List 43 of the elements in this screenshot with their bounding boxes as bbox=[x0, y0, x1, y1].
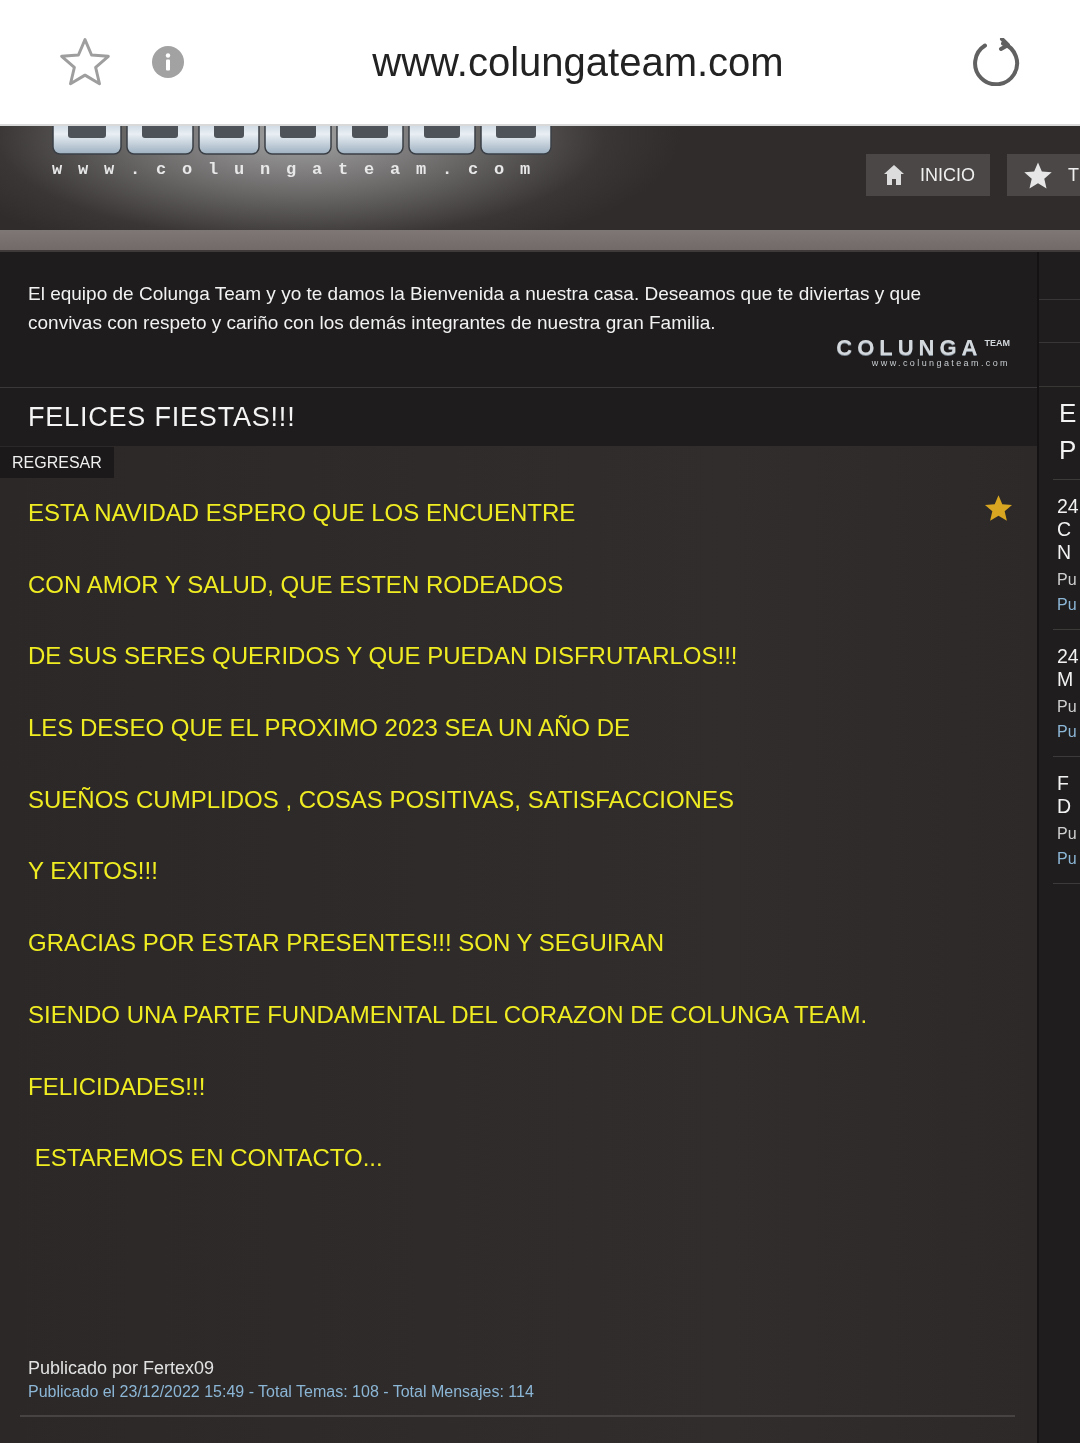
star-icon bbox=[1024, 161, 1052, 189]
post-line: SIENDO UNA PARTE FUNDAMENTAL DEL CORAZON DE COLUNGA TEAM. bbox=[28, 999, 868, 1030]
logo-tagline: www.colungateam.com bbox=[52, 160, 547, 180]
sidebar-post-title[interactable]: 24 bbox=[1057, 645, 1079, 668]
post-line: CON AMOR Y SALUD, QUE ESTEN RODEADOS bbox=[28, 569, 564, 600]
post-line: FELICIDADES!!! bbox=[28, 1071, 206, 1102]
sidebar-post-meta: Pu bbox=[1057, 849, 1077, 869]
sidebar-heading: E bbox=[1059, 397, 1077, 430]
post-title: FELICES FIESTAS!!! bbox=[28, 401, 296, 434]
post-line: GRACIAS POR ESTAR PRESENTES!!! SON Y SEGUIRAN bbox=[28, 928, 665, 959]
sidebar-post-author: Pu bbox=[1057, 824, 1077, 844]
sidebar-post-title[interactable]: D bbox=[1057, 795, 1072, 818]
reload-icon[interactable] bbox=[972, 38, 1020, 86]
sidebar-post-title[interactable]: N bbox=[1057, 541, 1072, 564]
star-icon[interactable] bbox=[60, 38, 110, 86]
post-line: LES DESEO QUE EL PROXIMO 2023 SEA UN AÑO DE bbox=[28, 713, 630, 744]
logo-wordmark: COLUNGA bbox=[836, 338, 983, 358]
post-line: SUEÑOS CUMPLIDOS , COSAS POSITIVAS, SATISFACCIONES bbox=[28, 784, 734, 815]
sidebar-post-author: Pu bbox=[1057, 697, 1077, 717]
sidebar-post-title[interactable]: M bbox=[1057, 668, 1074, 691]
sidebar-post-meta: Pu bbox=[1057, 595, 1077, 615]
nav-button[interactable]: INICIO bbox=[866, 154, 990, 196]
sidebar-heading: P bbox=[1059, 434, 1077, 467]
logo-tagline: www.colungateam.com bbox=[871, 358, 1010, 368]
url-text[interactable]: www.colungateam.com bbox=[372, 38, 784, 86]
welcome-text: El equipo de Colunga Team y yo te damos la Bienvenida a nuestra casa. Deseamos que te diviertas y que convivas con respeto y cariño con los demás integrantes de nuestra gran Familia. bbox=[28, 282, 923, 335]
sidebar-post-meta: Pu bbox=[1057, 722, 1077, 742]
author-text: Publicado por Fertex09 bbox=[28, 1357, 215, 1380]
star-icon[interactable] bbox=[985, 495, 1012, 521]
sidebar-post-title[interactable]: 24 bbox=[1057, 495, 1079, 518]
post-line: DE SUS SERES QUERIDOS Y QUE PUEDAN DISFRUTARLOS!!! bbox=[28, 641, 738, 672]
sidebar-post-title[interactable]: C bbox=[1057, 518, 1072, 541]
info-icon[interactable] bbox=[152, 46, 184, 78]
post-meta: Publicado el 23/12/2022 15:49 - Total Temas: 108 - Total Mensajes: 114 bbox=[28, 1382, 534, 1402]
back-button[interactable]: REGRESAR bbox=[0, 447, 114, 478]
nav-button[interactable]: T bbox=[1007, 154, 1080, 196]
home-icon bbox=[883, 164, 905, 186]
sidebar-post-author: Pu bbox=[1057, 570, 1077, 590]
logo-label: TEAM bbox=[984, 338, 1010, 348]
sidebar-post-title[interactable]: F bbox=[1057, 772, 1069, 795]
post-line: ESTAREMOS EN CONTACTO... bbox=[33, 1143, 383, 1174]
post-line: ESTA NAVIDAD ESPERO QUE LOS ENCUENTRE bbox=[28, 498, 576, 528]
post-line: Y EXITOS!!! bbox=[28, 856, 158, 887]
